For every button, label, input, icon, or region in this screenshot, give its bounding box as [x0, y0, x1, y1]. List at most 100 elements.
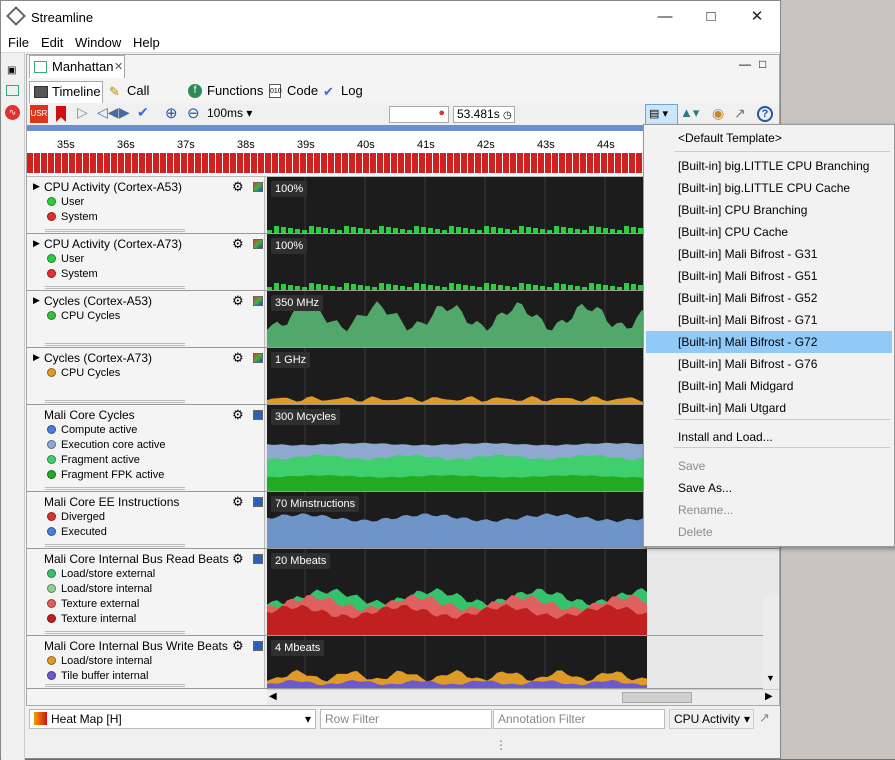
scroll-left-icon[interactable]: ◀	[269, 691, 277, 702]
series-color-icon[interactable]	[253, 296, 263, 306]
series-color-icon[interactable]	[253, 182, 263, 192]
series-color-icon[interactable]	[253, 410, 263, 420]
maximize-view-button[interactable]: □	[759, 57, 766, 71]
highlight-icon[interactable]: ✔	[137, 104, 149, 121]
gear-icon[interactable]: ⚙	[232, 179, 244, 195]
gear-icon[interactable]: ⚙	[232, 638, 244, 654]
row-plot[interactable]: 100%	[267, 177, 647, 233]
minimize-view-button[interactable]: —	[739, 57, 751, 71]
range-bar[interactable]	[27, 125, 647, 131]
chart-options-icon[interactable]: ▲▾	[680, 105, 699, 121]
row-resize-handle[interactable]	[45, 343, 185, 346]
tab-functions[interactable]: f Functions	[185, 81, 263, 103]
bottom-scrollbar[interactable]: ◀ ▶	[267, 689, 779, 705]
palette-icon[interactable]: ◉	[712, 105, 724, 122]
template-menu-item[interactable]: [Built-in] big.LITTLE CPU Branching	[646, 155, 892, 177]
expand-icon[interactable]: ▶	[33, 352, 40, 363]
minimize-button[interactable]: —	[642, 1, 688, 32]
bookmark-icon[interactable]	[56, 106, 66, 122]
template-menu-button[interactable]: ▤ ▾	[645, 104, 678, 125]
pulse-view-icon[interactable]: ∿	[5, 105, 20, 120]
tab-code[interactable]: 010 Code	[265, 81, 321, 103]
menu-edit[interactable]: Edit	[41, 35, 63, 50]
vertical-scrollbar[interactable]: ▼	[763, 595, 779, 689]
row-plot[interactable]: 350 MHz	[267, 291, 647, 347]
row-resize-handle[interactable]	[45, 286, 185, 289]
row-plot[interactable]: 4 Mbeats	[267, 636, 647, 688]
row-resize-handle[interactable]	[45, 487, 185, 490]
menu-help[interactable]: Help	[133, 35, 160, 50]
row-selector[interactable]: CPU Activity ▾	[669, 709, 754, 729]
template-menu-item[interactable]: [Built-in] Mali Bifrost - G71	[646, 309, 892, 331]
time-field[interactable]: 53.481s ◷	[453, 106, 515, 123]
row-resize-handle[interactable]	[45, 400, 185, 403]
scroll-right-icon[interactable]: ▶	[765, 691, 773, 702]
menu-window[interactable]: Window	[75, 35, 121, 50]
template-menu-item[interactable]: [Built-in] Mali Utgard	[646, 397, 892, 419]
gear-icon[interactable]: ⚙	[232, 236, 244, 252]
template-menu-item[interactable]: [Built-in] Mali Bifrost - G52	[646, 287, 892, 309]
scroll-thumb[interactable]	[622, 692, 692, 703]
series-color-icon[interactable]	[253, 239, 263, 249]
zoom-level-select[interactable]: 100ms ▾	[207, 106, 252, 120]
zoom-in-icon[interactable]: ⊕	[165, 104, 178, 122]
template-menu-item[interactable]: [Built-in] Mali Bifrost - G51	[646, 265, 892, 287]
template-menu-item[interactable]: [Built-in] CPU Branching	[646, 199, 892, 221]
row-plot[interactable]: 1 GHz	[267, 348, 647, 404]
template-menu-item[interactable]: [Built-in] Mali Bifrost - G72	[646, 331, 892, 353]
user-system-icon[interactable]: USR	[30, 105, 48, 123]
row-plot[interactable]: 300 Mcycles	[267, 405, 647, 491]
template-menu-item[interactable]: Save As...	[646, 477, 892, 499]
template-menu-item[interactable]: [Built-in] Mali Bifrost - G76	[646, 353, 892, 375]
time-ruler[interactable]: 35s 36s 37s 38s 39s 40s 41s 42s 43s 44s	[27, 125, 647, 177]
row-plot[interactable]: 100%	[267, 234, 647, 290]
chart-row[interactable]: Mali Core Internal Bus Read Beats ⚙ Load/s…	[27, 549, 779, 636]
help-icon[interactable]: ?	[757, 106, 773, 122]
series-color-icon[interactable]	[253, 641, 263, 651]
export-icon[interactable]: ↗	[734, 105, 746, 122]
menu-file[interactable]: File	[8, 35, 29, 50]
row-resize-handle[interactable]	[45, 684, 185, 687]
series-color-icon[interactable]	[253, 497, 263, 507]
close-button[interactable]: ✕	[734, 1, 780, 32]
chart-row[interactable]: Mali Core Internal Bus Write Beats ⚙ Load/…	[27, 636, 779, 689]
gear-icon[interactable]: ⚙	[232, 494, 244, 510]
tab-log[interactable]: ✔ Log	[319, 81, 369, 103]
gear-icon[interactable]: ⚙	[232, 350, 244, 366]
gear-icon[interactable]: ⚙	[232, 293, 244, 309]
row-resize-handle[interactable]	[45, 229, 185, 232]
gear-icon[interactable]: ⚙	[232, 551, 244, 567]
expand-icon[interactable]: ▶	[33, 181, 40, 192]
chart-view-icon[interactable]	[6, 85, 19, 96]
tab-call-paths[interactable]: ✎ Call Paths	[105, 81, 183, 118]
template-menu-item[interactable]: [Built-in] big.LITTLE CPU Cache	[646, 177, 892, 199]
annotation-filter-input[interactable]: Annotation Filter	[493, 709, 665, 729]
tab-timeline[interactable]: Timeline	[29, 81, 103, 103]
zoom-out-icon[interactable]: ⊖	[187, 104, 200, 122]
row-plot[interactable]: 20 Mbeats	[267, 549, 647, 635]
next-marker-icon[interactable]: ▶	[119, 104, 130, 121]
expand-icon[interactable]: ▶	[33, 238, 40, 249]
series-color-icon[interactable]	[253, 554, 263, 564]
row-resize-handle[interactable]	[45, 631, 185, 634]
tab-manhattan[interactable]: Manhattan ✕	[29, 55, 125, 78]
template-menu-item[interactable]: <Default Template>	[646, 127, 892, 149]
series-color-icon[interactable]	[253, 353, 263, 363]
scroll-down-icon[interactable]: ▼	[766, 673, 775, 683]
heatmap-select[interactable]: Heat Map [H] ▾	[29, 709, 316, 729]
goto-start-icon[interactable]: ▷	[77, 104, 88, 121]
template-menu-item[interactable]: [Built-in] Mali Midgard	[646, 375, 892, 397]
row-filter-input[interactable]: Row Filter	[320, 709, 492, 729]
template-menu-item[interactable]: [Built-in] Mali Bifrost - G31	[646, 243, 892, 265]
restore-icon[interactable]: ▣	[7, 65, 16, 76]
template-menu-item[interactable]: [Built-in] CPU Cache	[646, 221, 892, 243]
expand-icon[interactable]: ▶	[33, 295, 40, 306]
prev-marker-icon[interactable]: ◁◀	[97, 104, 119, 121]
gear-icon[interactable]: ⚙	[232, 407, 244, 423]
template-menu-item[interactable]: Install and Load...	[646, 426, 892, 448]
search-input[interactable]: ●	[389, 106, 449, 123]
maximize-button[interactable]: □	[688, 1, 734, 32]
export-status-icon[interactable]: ↗	[759, 710, 770, 726]
row-plot[interactable]: 70 Minstructions	[267, 492, 647, 548]
close-tab-icon[interactable]: ✕	[114, 56, 123, 78]
